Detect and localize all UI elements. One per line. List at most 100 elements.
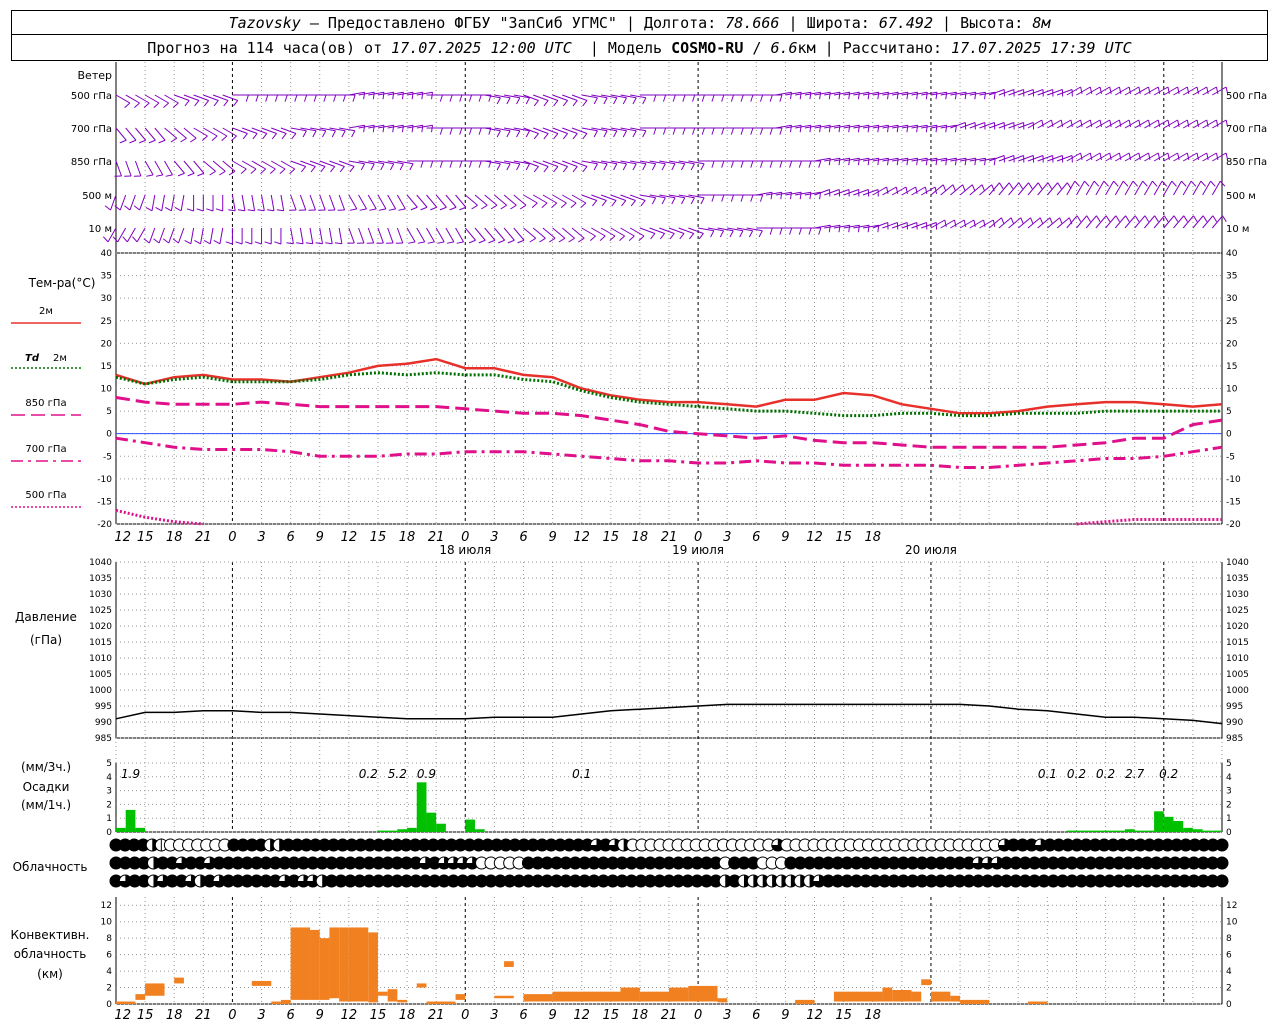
x-tick-label: 3 <box>723 530 731 545</box>
x-tick-label-bottom: 18 <box>166 1008 183 1023</box>
wind-level-label: 10 м <box>89 224 112 235</box>
wind-barb-feather <box>119 139 127 144</box>
precip-tick-label: 5 <box>106 759 112 769</box>
wind-barb <box>161 194 166 211</box>
wind-barb-feather <box>372 125 375 133</box>
wind-barb-feather <box>289 168 296 175</box>
wind-barb-feather <box>642 97 647 105</box>
wind-barb-feather <box>360 163 366 171</box>
wind-barb-feather <box>255 94 259 102</box>
wind-barb-feather <box>459 160 463 168</box>
wind-barb-feather <box>671 163 676 171</box>
wind-barb-feather <box>628 235 635 242</box>
wind-barb-feather <box>211 135 218 142</box>
wind-barb-feather <box>286 242 294 245</box>
wind-barb-feather <box>1096 215 1101 222</box>
wind-barb <box>1134 180 1144 196</box>
wind-barb-feather <box>213 240 221 245</box>
wind-barb-feather <box>398 208 406 211</box>
x-tick-label: 18 <box>864 530 881 545</box>
wind-barb-feather <box>689 233 695 240</box>
pressure-tick-label-right: 985 <box>1226 734 1243 744</box>
wind-barb-feather <box>380 163 385 171</box>
wind-barb-feather <box>857 92 860 100</box>
wind-barb-feather <box>389 163 395 171</box>
wind-barb <box>209 227 214 244</box>
temp-tick-label: 20 <box>101 339 113 349</box>
wind-barb-feather <box>148 139 156 144</box>
wind-barb <box>494 194 507 206</box>
x-tick-label: 18 <box>399 530 416 545</box>
wind-barb-feather <box>363 125 366 133</box>
wind-barb-feather <box>551 202 558 209</box>
wind-barb-feather <box>711 160 715 168</box>
x-tick-label: 6 <box>286 530 294 545</box>
wind-barb-feather <box>177 172 185 177</box>
wind-barb-feather <box>570 202 577 209</box>
precip-bar <box>397 829 408 832</box>
wind-barb <box>1105 180 1115 196</box>
wind-barb-feather <box>867 125 870 133</box>
wind-barb-feather <box>916 125 919 133</box>
wind-barb-feather <box>740 127 744 135</box>
wind-barb-feather <box>748 230 754 238</box>
wind-barb <box>445 194 457 208</box>
wind-barb-feather <box>1103 180 1109 187</box>
wind-barb-feather <box>808 227 812 235</box>
pressure-tick-label-right: 1025 <box>1226 606 1249 616</box>
wind-barb <box>148 227 156 244</box>
wind-barb <box>154 160 164 176</box>
wind-barb-feather <box>163 102 169 109</box>
wind-barb-feather <box>279 168 286 175</box>
wind-barb-feather <box>543 133 549 140</box>
wind-barb-feather <box>562 166 569 173</box>
wind-barb-feather <box>382 125 385 133</box>
precip-bar <box>377 830 388 832</box>
wind-barb-feather <box>496 163 501 171</box>
pressure-unit: (гПа) <box>30 633 62 647</box>
wind-barb-feather <box>310 166 316 173</box>
temp-tick-label: -5 <box>103 452 112 462</box>
wind-barb-feather <box>334 242 342 245</box>
wind-barb-feather <box>925 92 928 100</box>
wind-barb <box>387 194 397 210</box>
wind-level-label-right: 700 гПа <box>1226 124 1267 135</box>
wind-barb <box>1192 180 1202 196</box>
wind-barb-feather <box>659 233 666 240</box>
wind-barb-feather <box>215 208 223 212</box>
wind-barb-feather <box>312 130 317 138</box>
conv-bar <box>290 927 311 1000</box>
precip-annotation: 5.2 <box>388 767 407 781</box>
wind-barb-feather <box>819 125 822 133</box>
x-tick-label: 9 <box>316 530 324 545</box>
wind-barb-feather <box>651 197 657 205</box>
wind-barb-feather <box>701 94 705 102</box>
wind-barb-feather <box>264 241 272 245</box>
wind-barb-feather <box>124 102 131 109</box>
wind-barb-feather <box>809 92 812 100</box>
conv-bar <box>620 987 640 1002</box>
temp-tick-label-right: 0 <box>1226 430 1232 440</box>
wind-barb-feather <box>543 166 549 173</box>
wind-barb-feather <box>1086 215 1091 222</box>
wind-barb-feather <box>721 127 725 135</box>
wind-barb-feather <box>221 135 228 142</box>
wind-barb <box>1066 215 1078 229</box>
wind-level-label-right: 500 гПа <box>1226 91 1267 102</box>
wind-barb-feather <box>323 94 327 102</box>
x-tick-label: 9 <box>548 530 556 545</box>
precip-bar <box>1134 830 1145 832</box>
wind-barb-feather <box>896 158 899 166</box>
conv-tick-label-right: 10 <box>1226 918 1238 928</box>
wind-barb-feather <box>322 130 327 138</box>
conv-bar <box>639 991 669 1002</box>
precip-tick-label: 3 <box>106 787 112 797</box>
wind-barb-feather <box>145 207 153 212</box>
precip-bar <box>426 812 437 832</box>
conv-bar <box>882 987 893 1002</box>
precip-bar <box>1173 820 1184 832</box>
wind-barb-feather <box>129 139 137 144</box>
precip-annotation: 0.9 <box>417 767 436 781</box>
wind-barb-feather <box>533 100 539 107</box>
wind-barb-feather <box>828 125 831 133</box>
